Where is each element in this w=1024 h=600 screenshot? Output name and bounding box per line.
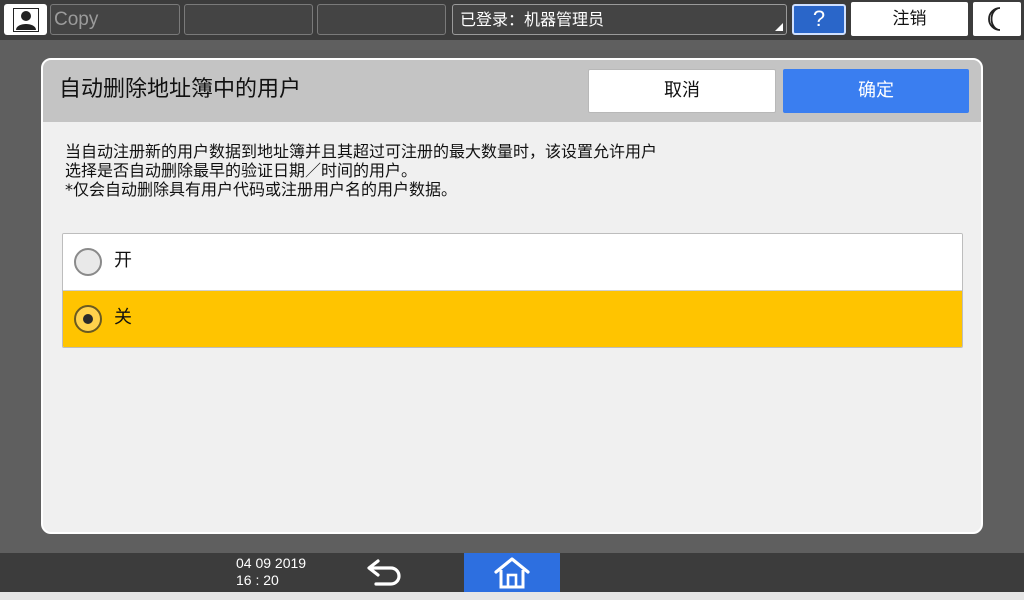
login-status-text: 已登录：机器管理员 <box>460 10 605 29</box>
logout-label: 注销 <box>892 9 927 29</box>
bottom-strip <box>0 592 1024 600</box>
page-title: 自动删除地址簿中的用户 <box>59 77 302 102</box>
help-icon: ? <box>812 6 826 31</box>
top-status-bar: Copy 已登录：机器管理员 ? 注销 <box>0 0 1024 40</box>
option-on[interactable]: 开 <box>63 234 962 291</box>
radio-selected-icon[interactable] <box>74 305 102 333</box>
function-slot-copy[interactable]: Copy <box>50 4 180 35</box>
dropdown-corner-icon <box>775 23 783 31</box>
settings-dialog: 自动删除地址簿中的用户 取消 确定 当自动注册新的用户数据到地址簿并且其超过可注… <box>41 58 983 534</box>
home-icon <box>494 556 530 588</box>
help-button[interactable]: ? <box>792 4 846 35</box>
time-text: 16 : 20 <box>236 572 279 588</box>
function-slot-label: Copy <box>54 9 99 30</box>
description-line: *仅会自动删除具有用户代码或注册用户名的用户数据。 <box>65 180 458 199</box>
logout-button[interactable]: 注销 <box>851 2 968 36</box>
dialog-header: 自动删除地址簿中的用户 取消 确定 <box>43 60 981 122</box>
option-list: 开 关 <box>62 233 963 348</box>
moon-icon <box>988 7 1001 31</box>
login-status-dropdown[interactable]: 已登录：机器管理员 <box>452 4 787 35</box>
back-arrow-icon <box>367 559 401 586</box>
bottom-bar: 04 09 2019 16 : 20 <box>0 553 1024 592</box>
function-slot-3[interactable] <box>317 4 446 35</box>
option-off[interactable]: 关 <box>63 291 962 347</box>
ok-button[interactable]: 确定 <box>783 69 969 113</box>
setting-description: 当自动注册新的用户数据到地址簿并且其超过可注册的最大数量时，该设置允许用户 选择… <box>65 142 945 199</box>
date-time: 04 09 2019 16 : 20 <box>236 555 306 589</box>
radio-dot <box>83 314 93 324</box>
option-label: 关 <box>114 307 132 328</box>
user-icon <box>12 7 39 32</box>
user-button[interactable] <box>4 4 47 35</box>
option-label: 开 <box>114 250 132 271</box>
back-button[interactable] <box>362 555 408 589</box>
date-text: 04 09 2019 <box>236 555 307 571</box>
description-line: 选择是否自动删除最早的验证日期／时间的用户。 <box>65 161 418 180</box>
description-line: 当自动注册新的用户数据到地址簿并且其超过可注册的最大数量时，该设置允许用户 <box>65 142 658 161</box>
function-slot-2[interactable] <box>184 4 313 35</box>
radio-unselected-icon[interactable] <box>74 248 102 276</box>
energy-saver-button[interactable] <box>973 2 1021 36</box>
cancel-button[interactable]: 取消 <box>588 69 776 113</box>
home-button[interactable] <box>464 553 560 592</box>
